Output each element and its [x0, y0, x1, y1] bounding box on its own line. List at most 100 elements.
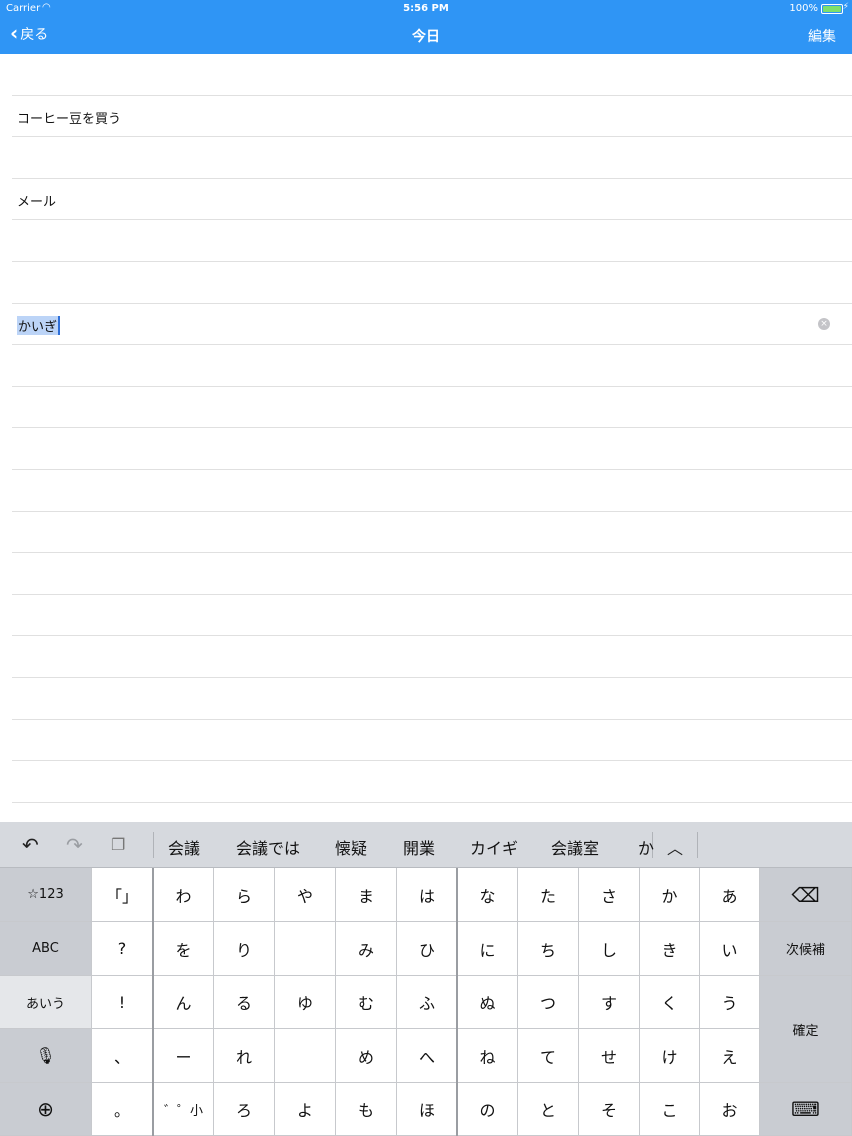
punctuation-key[interactable]: !	[92, 976, 153, 1029]
kana-key[interactable]: ね	[458, 1029, 518, 1083]
undo-icon[interactable]: ↶	[22, 833, 39, 857]
kana-key[interactable]: す	[579, 976, 640, 1029]
list-item[interactable]: メール	[12, 179, 852, 221]
dismiss-keyboard-key[interactable]: ⌨	[760, 1083, 852, 1136]
kana-key[interactable]: た	[518, 868, 579, 922]
kana-key[interactable]: り	[214, 922, 275, 976]
kana-key[interactable]: ん	[154, 976, 214, 1029]
clear-text-icon[interactable]: ×	[818, 317, 830, 330]
punctuation-key[interactable]: ?	[92, 922, 153, 976]
candidate-bar: ↶ ↷ ❐ ︿ 会議 会議では 懐疑 開業 カイギ 会議室 か	[0, 822, 852, 868]
kana-key[interactable]: せ	[579, 1029, 640, 1083]
list-item[interactable]: かいぎ ×	[12, 304, 852, 346]
kana-key[interactable]	[275, 1029, 336, 1083]
kana-key[interactable]: け	[640, 1029, 700, 1083]
list-item[interactable]	[12, 137, 852, 179]
kana-key[interactable]: お	[700, 1083, 760, 1136]
kana-key[interactable]	[275, 922, 336, 976]
list-item[interactable]	[12, 345, 852, 387]
confirm-key[interactable]: 確定	[760, 976, 852, 1083]
kana-key[interactable]: ゆ	[275, 976, 336, 1029]
kana-key[interactable]: ろ	[214, 1083, 275, 1136]
kana-key[interactable]: へ	[397, 1029, 458, 1083]
punctuation-key[interactable]: 。	[92, 1083, 153, 1136]
key-label: あいう	[25, 996, 65, 1012]
chevron-up-icon[interactable]: ︿	[667, 835, 683, 859]
list-item[interactable]	[12, 387, 852, 429]
kana-key[interactable]: な	[458, 868, 518, 922]
kana-key[interactable]: ゛゜小	[154, 1083, 214, 1136]
candidate-word[interactable]: 会議では	[236, 835, 300, 859]
kana-key[interactable]: つ	[518, 976, 579, 1029]
kana-key[interactable]: わ	[154, 868, 214, 922]
list-item[interactable]	[12, 220, 852, 262]
list-item[interactable]	[12, 720, 852, 762]
kana-key[interactable]: こ	[640, 1083, 700, 1136]
list-item[interactable]	[12, 553, 852, 595]
delete-key[interactable]: ⌫	[760, 868, 852, 922]
edit-button[interactable]: 編集	[808, 26, 836, 46]
kana-key[interactable]: ふ	[397, 976, 458, 1029]
kana-key[interactable]: ー	[154, 1029, 214, 1083]
kana-key[interactable]: て	[518, 1029, 579, 1083]
list-item[interactable]: コーヒー豆を買う	[12, 96, 852, 138]
punctuation-key[interactable]: 「」	[92, 868, 153, 922]
next-candidate-key[interactable]: 次候補	[760, 922, 852, 976]
kana-key[interactable]: い	[700, 922, 760, 976]
kana-key[interactable]: く	[640, 976, 700, 1029]
kana-key[interactable]: は	[397, 868, 458, 922]
kana-key[interactable]: や	[275, 868, 336, 922]
numbers-key[interactable]: ☆123	[0, 868, 92, 922]
kana-key[interactable]: ほ	[397, 1083, 458, 1136]
list-item[interactable]	[12, 761, 852, 803]
kana-key[interactable]: ひ	[397, 922, 458, 976]
punctuation-key[interactable]: 、	[92, 1029, 153, 1083]
kana-key[interactable]: か	[640, 868, 700, 922]
candidate-word[interactable]: 会議	[168, 835, 200, 859]
kana-key[interactable]: え	[700, 1029, 760, 1083]
kana-key[interactable]: を	[154, 922, 214, 976]
kana-key[interactable]: そ	[579, 1083, 640, 1136]
kana-key[interactable]: し	[579, 922, 640, 976]
list-item[interactable]	[12, 595, 852, 637]
list-item[interactable]	[12, 262, 852, 304]
paste-icon[interactable]: ❐	[111, 835, 125, 854]
abc-key[interactable]: ABC	[0, 922, 92, 976]
kana-key[interactable]: あいう	[0, 976, 92, 1029]
kana-key[interactable]: と	[518, 1083, 579, 1136]
list-item[interactable]	[12, 428, 852, 470]
kana-key[interactable]: よ	[275, 1083, 336, 1136]
kana-key[interactable]: う	[700, 976, 760, 1029]
redo-icon[interactable]: ↷	[66, 833, 83, 857]
kana-key[interactable]: れ	[214, 1029, 275, 1083]
candidate-word[interactable]: 会議室	[551, 835, 599, 859]
kana-key[interactable]: さ	[579, 868, 640, 922]
kana-key[interactable]: ち	[518, 922, 579, 976]
candidate-word[interactable]: 開業	[403, 835, 435, 859]
candidate-word[interactable]: 懐疑	[335, 835, 367, 859]
kana-key[interactable]: め	[336, 1029, 397, 1083]
kana-key[interactable]: ま	[336, 868, 397, 922]
list-item[interactable]	[12, 512, 852, 554]
kana-key[interactable]: も	[336, 1083, 397, 1136]
kana-key[interactable]: き	[640, 922, 700, 976]
key-label: ゛゜小	[163, 1103, 203, 1119]
candidate-word[interactable]: カイギ	[470, 835, 518, 859]
item-label: メール	[17, 194, 57, 210]
kana-key[interactable]: に	[458, 922, 518, 976]
kana-key[interactable]: ぬ	[458, 976, 518, 1029]
list-item[interactable]	[12, 678, 852, 720]
list-item[interactable]	[12, 470, 852, 512]
kana-key[interactable]: あ	[700, 868, 760, 922]
kana-key[interactable]: み	[336, 922, 397, 976]
list-item[interactable]	[12, 636, 852, 678]
dictation-key[interactable]: 🎙	[0, 1029, 92, 1083]
item-text-field[interactable]: かいぎ	[17, 315, 61, 335]
globe-key[interactable]: ⊕	[0, 1083, 92, 1136]
kana-key[interactable]: ら	[214, 868, 275, 922]
candidate-word[interactable]: か	[638, 835, 654, 859]
list-item[interactable]	[12, 54, 852, 96]
kana-key[interactable]: る	[214, 976, 275, 1029]
kana-key[interactable]: む	[336, 976, 397, 1029]
kana-key[interactable]: の	[458, 1083, 518, 1136]
